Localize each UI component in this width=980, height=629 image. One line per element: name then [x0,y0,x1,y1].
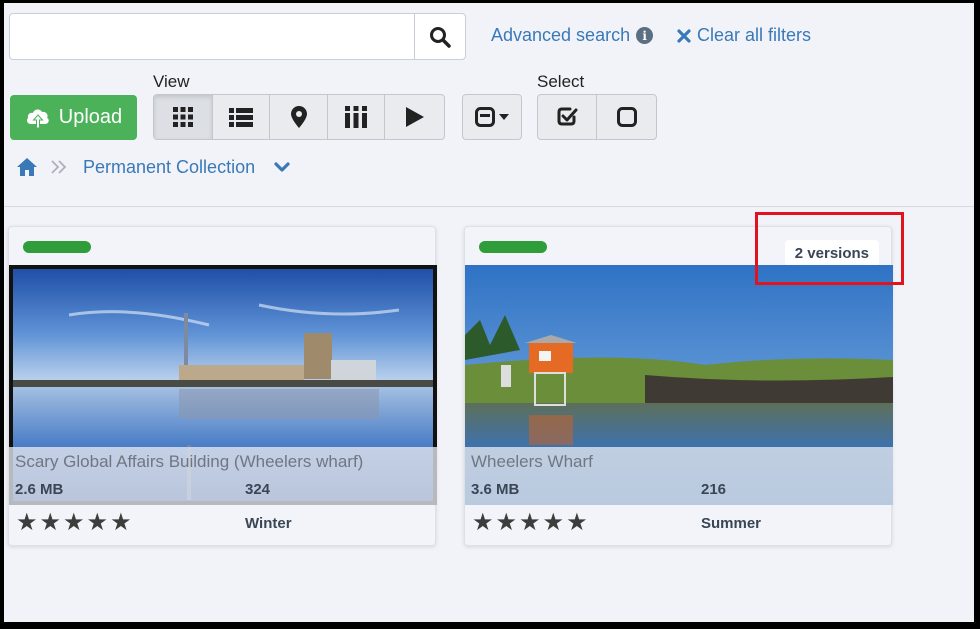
upload-button[interactable]: Upload [10,95,137,140]
columns-view-button[interactable] [328,95,386,139]
map-view-icon [290,106,307,128]
home-icon[interactable] [17,158,37,176]
checkbox-checked-icon [557,107,578,126]
versions-badge[interactable]: 2 versions [784,240,879,266]
star-icon[interactable]: ★ [16,510,38,534]
info-icon: i [636,27,654,44]
asset-card[interactable]: Scary Global Affairs Building (Wheelers … [8,226,437,546]
select-none-button[interactable] [597,95,656,139]
view-button-group [153,94,445,140]
asset-title: Scary Global Affairs Building (Wheelers … [15,452,364,471]
clear-filters-link[interactable]: Clear all filters [677,25,811,46]
grid-view-button[interactable] [154,95,213,139]
display-mode-dropdown[interactable] [462,94,522,140]
asset-thumbnail[interactable]: Scary Global Affairs Building (Wheelers … [9,265,437,505]
file-size: 2.6 MB [15,481,64,498]
search-icon [430,26,451,48]
chevron-down-icon[interactable] [274,162,290,173]
file-size: 3.6 MB [471,481,520,498]
star-icon[interactable]: ★ [566,510,588,534]
star-icon[interactable]: ★ [519,510,541,534]
grid-view-icon [172,107,193,127]
caret-down-icon [499,114,509,120]
star-icon[interactable]: ★ [543,510,565,534]
advanced-search-label: Advanced search [491,25,631,45]
list-view-button[interactable] [213,95,271,139]
select-button-group [537,94,657,140]
search-box [9,13,466,60]
clear-filters-label: Clear all filters [697,25,812,45]
rating-stars: ★ ★ ★ ★ ★ [16,510,132,534]
season-tag: Summer [701,515,762,532]
upload-label: Upload [58,106,123,128]
asset-thumbnail[interactable]: Wheelers Wharf 3.6 MB 216 [465,265,893,505]
close-icon [677,28,691,43]
status-indicator [23,241,91,253]
star-icon[interactable]: ★ [496,510,518,534]
search-button[interactable] [414,14,465,59]
slideshow-icon [405,107,424,127]
asset-title: Wheelers Wharf [471,452,593,471]
season-tag: Winter [245,515,292,532]
divider [4,206,974,207]
breadcrumb-collection[interactable]: Permanent Collection [83,157,255,178]
asset-info-overlay: Scary Global Affairs Building (Wheelers … [9,447,437,505]
search-input[interactable] [10,14,414,59]
rating-stars: ★ ★ ★ ★ ★ [472,510,588,534]
display-mode-button[interactable] [463,95,521,139]
map-view-button[interactable] [270,95,328,139]
chevrons-right-icon [51,160,67,174]
asset-info-overlay: Wheelers Wharf 3.6 MB 216 [465,447,893,505]
star-icon[interactable]: ★ [40,510,62,534]
star-icon[interactable]: ★ [472,510,494,534]
slideshow-view-button[interactable] [385,95,444,139]
card-display-icon [475,107,495,127]
advanced-search-link[interactable]: Advanced search i [491,25,654,46]
breadcrumb [17,158,67,176]
asset-count: 324 [245,481,271,498]
select-all-button[interactable] [538,95,598,139]
star-icon[interactable]: ★ [110,510,132,534]
asset-card[interactable]: 2 versions Wheelers Wharf 3.6 MB 216 ★ ★… [464,226,893,546]
status-indicator [479,241,547,253]
star-icon[interactable]: ★ [63,510,85,534]
star-icon[interactable]: ★ [87,510,109,534]
checkbox-empty-icon [616,107,637,127]
asset-count: 216 [701,481,727,498]
list-view-icon [228,108,253,127]
app-frame: Advanced search i Clear all filters View… [4,3,974,622]
cloud-upload-icon [26,108,49,128]
view-label: View [153,72,190,91]
columns-view-icon [345,106,368,128]
select-label: Select [537,72,585,91]
